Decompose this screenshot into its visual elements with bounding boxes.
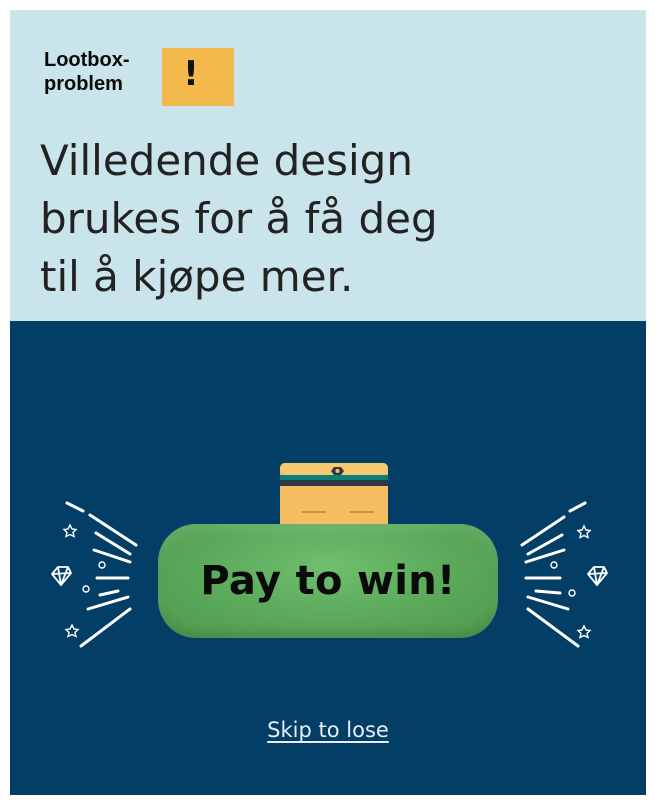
logo-line-2: problem [44, 73, 123, 95]
logo-line-1: Lootbox- [44, 49, 130, 71]
exclamation-icon: ! [162, 48, 234, 106]
exclamation-mark: ! [183, 54, 199, 94]
star-right-icon [576, 524, 592, 639]
headline-line-2: brukes for å få deg [40, 194, 438, 243]
diamond-left-icon [51, 566, 72, 586]
diamond-right-icon [587, 566, 608, 586]
pay-to-win-label: Pay to win! [200, 558, 456, 604]
skip-to-lose-link[interactable]: Skip to lose [10, 718, 646, 742]
star-left-icon [62, 523, 80, 638]
lootbox-ad-card: Lootbox- problem ! Villedende design bru… [10, 10, 646, 795]
lootbox-problem-logo: Lootbox- problem ! [44, 48, 234, 106]
headline-line-3: til å kjøpe mer. [40, 252, 354, 301]
header-panel: Lootbox- problem ! Villedende design bru… [10, 10, 646, 321]
sparkle-burst-right-icon [520, 501, 587, 648]
pay-to-win-button[interactable]: Pay to win! [158, 524, 498, 638]
logo-text: Lootbox- problem [44, 48, 164, 96]
headline: Villedende design brukes for å få deg ti… [40, 132, 620, 306]
treasure-chest-icon [280, 463, 388, 533]
headline-line-1: Villedende design [40, 136, 413, 185]
game-panel: Pay to win! Skip to lose [10, 321, 646, 795]
sparkle-burst-left-icon [65, 501, 138, 648]
